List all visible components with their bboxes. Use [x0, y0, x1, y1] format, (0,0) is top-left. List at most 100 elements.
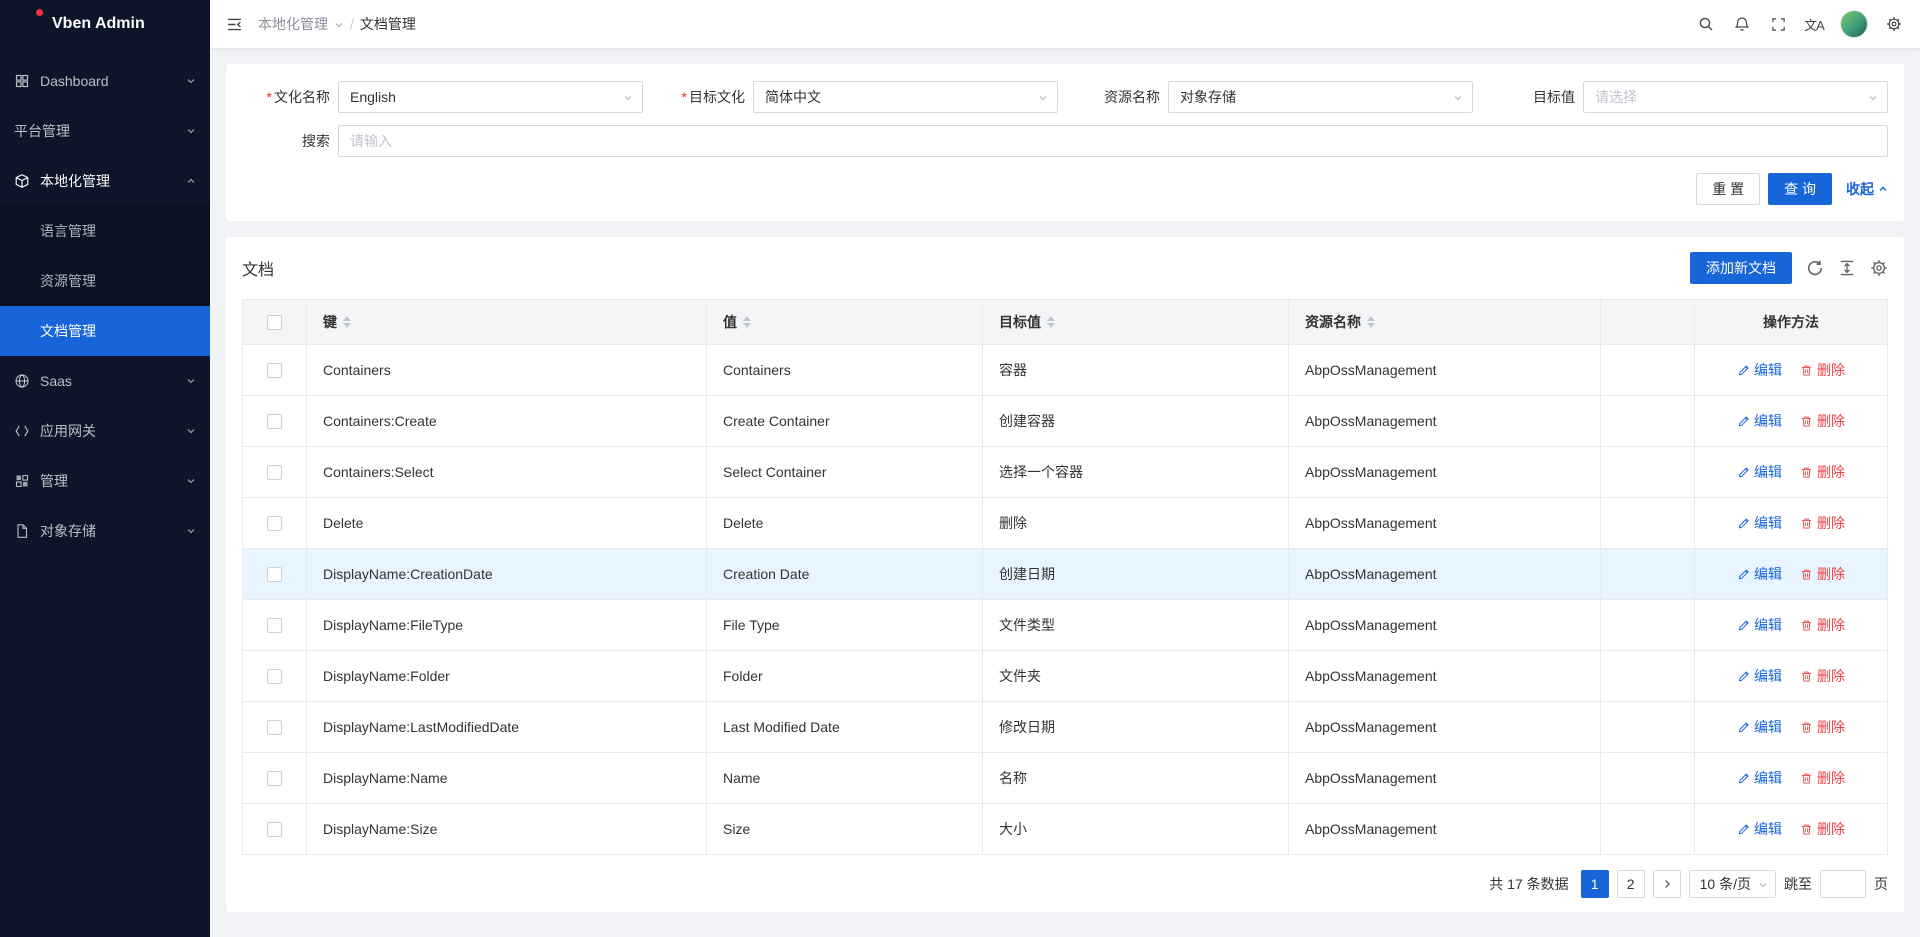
- cell-value: Creation Date: [707, 549, 983, 600]
- table-row: DisplayName:Size Size 大小 AbpOssManagemen…: [243, 804, 1888, 855]
- edit-button[interactable]: 编辑: [1737, 615, 1782, 635]
- select-placeholder: 请选择: [1595, 87, 1637, 107]
- search-icon[interactable]: [1688, 0, 1724, 48]
- sidebar-item-platform-management[interactable]: 平台管理: [0, 106, 210, 156]
- cell-target-value: 创建日期: [983, 549, 1289, 600]
- cell-target-value: 文件类型: [983, 600, 1289, 651]
- edit-button[interactable]: 编辑: [1737, 666, 1782, 686]
- column-header-key[interactable]: 键: [307, 300, 707, 345]
- pencil-icon: [1737, 670, 1750, 683]
- delete-button[interactable]: 删除: [1800, 564, 1845, 584]
- jump-page-input[interactable]: [1820, 870, 1866, 898]
- cell-key: Containers:Select: [307, 447, 707, 498]
- delete-button[interactable]: 删除: [1800, 411, 1845, 431]
- avatar[interactable]: [1840, 10, 1868, 38]
- cell-resource-name: AbpOssManagement: [1289, 804, 1601, 855]
- delete-button[interactable]: 删除: [1800, 615, 1845, 635]
- cell-key: DisplayName:Name: [307, 753, 707, 804]
- edit-button[interactable]: 编辑: [1737, 513, 1782, 533]
- settings-icon[interactable]: [1870, 259, 1888, 277]
- culture-name-select[interactable]: English: [338, 81, 643, 113]
- cell-actions: 编辑 删除: [1695, 651, 1888, 702]
- edit-button[interactable]: 编辑: [1737, 819, 1782, 839]
- page-size-select[interactable]: 10 条/页: [1689, 870, 1776, 898]
- edit-button[interactable]: 编辑: [1737, 564, 1782, 584]
- bell-icon[interactable]: [1724, 0, 1760, 48]
- logo-text: Vben Admin: [52, 15, 145, 33]
- query-button[interactable]: 查 询: [1768, 173, 1832, 205]
- resource-name-select[interactable]: 对象存储: [1168, 81, 1473, 113]
- logo[interactable]: Vben Admin: [0, 0, 210, 48]
- sidebar-item-language-management[interactable]: 语言管理: [0, 206, 210, 256]
- sidebar-item-document-management[interactable]: 文档管理: [0, 306, 210, 356]
- column-header-resource-name[interactable]: 资源名称: [1289, 300, 1601, 345]
- row-checkbox[interactable]: [267, 822, 282, 837]
- target-value-select[interactable]: 请选择: [1583, 81, 1888, 113]
- chevron-down-icon: [623, 93, 633, 103]
- sort-icons[interactable]: [343, 316, 351, 328]
- column-header-empty: [1601, 300, 1695, 345]
- page-button-2[interactable]: 2: [1617, 870, 1645, 898]
- column-header-target-value[interactable]: 目标值: [983, 300, 1289, 345]
- trash-icon: [1800, 823, 1813, 836]
- search-input[interactable]: [338, 125, 1888, 157]
- sidebar-item-resource-management[interactable]: 资源管理: [0, 256, 210, 306]
- collapse-toggle[interactable]: 收起: [1846, 179, 1888, 199]
- row-checkbox[interactable]: [267, 669, 282, 684]
- edit-button[interactable]: 编辑: [1737, 360, 1782, 380]
- sidebar-item-dashboard[interactable]: Dashboard: [0, 56, 210, 106]
- row-checkbox[interactable]: [267, 465, 282, 480]
- fullscreen-icon[interactable]: [1760, 0, 1796, 48]
- breadcrumb-separator: /: [350, 16, 354, 32]
- row-checkbox[interactable]: [267, 516, 282, 531]
- row-checkbox[interactable]: [267, 363, 282, 378]
- add-document-button[interactable]: 添加新文档: [1690, 252, 1792, 284]
- sidebar: Vben Admin Dashboard 平台管理: [0, 0, 210, 937]
- edit-button[interactable]: 编辑: [1737, 768, 1782, 788]
- delete-button[interactable]: 删除: [1800, 819, 1845, 839]
- translate-icon[interactable]: 文A: [1796, 0, 1832, 48]
- row-checkbox[interactable]: [267, 771, 282, 786]
- edit-button[interactable]: 编辑: [1737, 411, 1782, 431]
- sidebar-item-object-storage[interactable]: 对象存储: [0, 506, 210, 556]
- page-button-1[interactable]: 1: [1581, 870, 1609, 898]
- refresh-icon[interactable]: [1806, 259, 1824, 277]
- edit-button[interactable]: 编辑: [1737, 462, 1782, 482]
- pagination-total: 共 17 条数据: [1489, 874, 1568, 894]
- column-height-icon[interactable]: [1838, 259, 1856, 277]
- sort-icons[interactable]: [1367, 316, 1375, 328]
- table-row: DisplayName:Name Name 名称 AbpOssManagemen…: [243, 753, 1888, 804]
- breadcrumb-parent[interactable]: 本地化管理: [258, 14, 328, 34]
- menu-fold-icon[interactable]: [216, 0, 252, 48]
- select-value: 简体中文: [765, 87, 821, 107]
- sort-icons[interactable]: [1047, 316, 1055, 328]
- cell-empty: [1601, 447, 1695, 498]
- sidebar-item-app-gateway[interactable]: 应用网关: [0, 406, 210, 456]
- breadcrumb: 本地化管理 / 文档管理: [258, 14, 416, 34]
- sidebar-item-localization-management[interactable]: 本地化管理: [0, 156, 210, 206]
- row-checkbox[interactable]: [267, 414, 282, 429]
- select-all-checkbox[interactable]: [267, 315, 282, 330]
- column-header-value[interactable]: 值: [707, 300, 983, 345]
- row-checkbox[interactable]: [267, 720, 282, 735]
- delete-button[interactable]: 删除: [1800, 513, 1845, 533]
- table-row: Containers:Create Create Container 创建容器 …: [243, 396, 1888, 447]
- sidebar-item-saas[interactable]: Saas: [0, 356, 210, 406]
- delete-button[interactable]: 删除: [1800, 768, 1845, 788]
- globe-icon: [14, 373, 30, 389]
- settings-gear-icon[interactable]: [1876, 0, 1912, 48]
- reset-button[interactable]: 重 置: [1696, 173, 1760, 205]
- delete-button[interactable]: 删除: [1800, 666, 1845, 686]
- row-checkbox[interactable]: [267, 618, 282, 633]
- cell-key: Containers: [307, 345, 707, 396]
- edit-button[interactable]: 编辑: [1737, 717, 1782, 737]
- target-culture-select[interactable]: 简体中文: [753, 81, 1058, 113]
- sidebar-item-management[interactable]: 管理: [0, 456, 210, 506]
- sort-icons[interactable]: [743, 316, 751, 328]
- next-page-button[interactable]: [1653, 870, 1681, 898]
- row-checkbox[interactable]: [267, 567, 282, 582]
- delete-button[interactable]: 删除: [1800, 717, 1845, 737]
- delete-button[interactable]: 删除: [1800, 360, 1845, 380]
- delete-button[interactable]: 删除: [1800, 462, 1845, 482]
- cell-value: Delete: [707, 498, 983, 549]
